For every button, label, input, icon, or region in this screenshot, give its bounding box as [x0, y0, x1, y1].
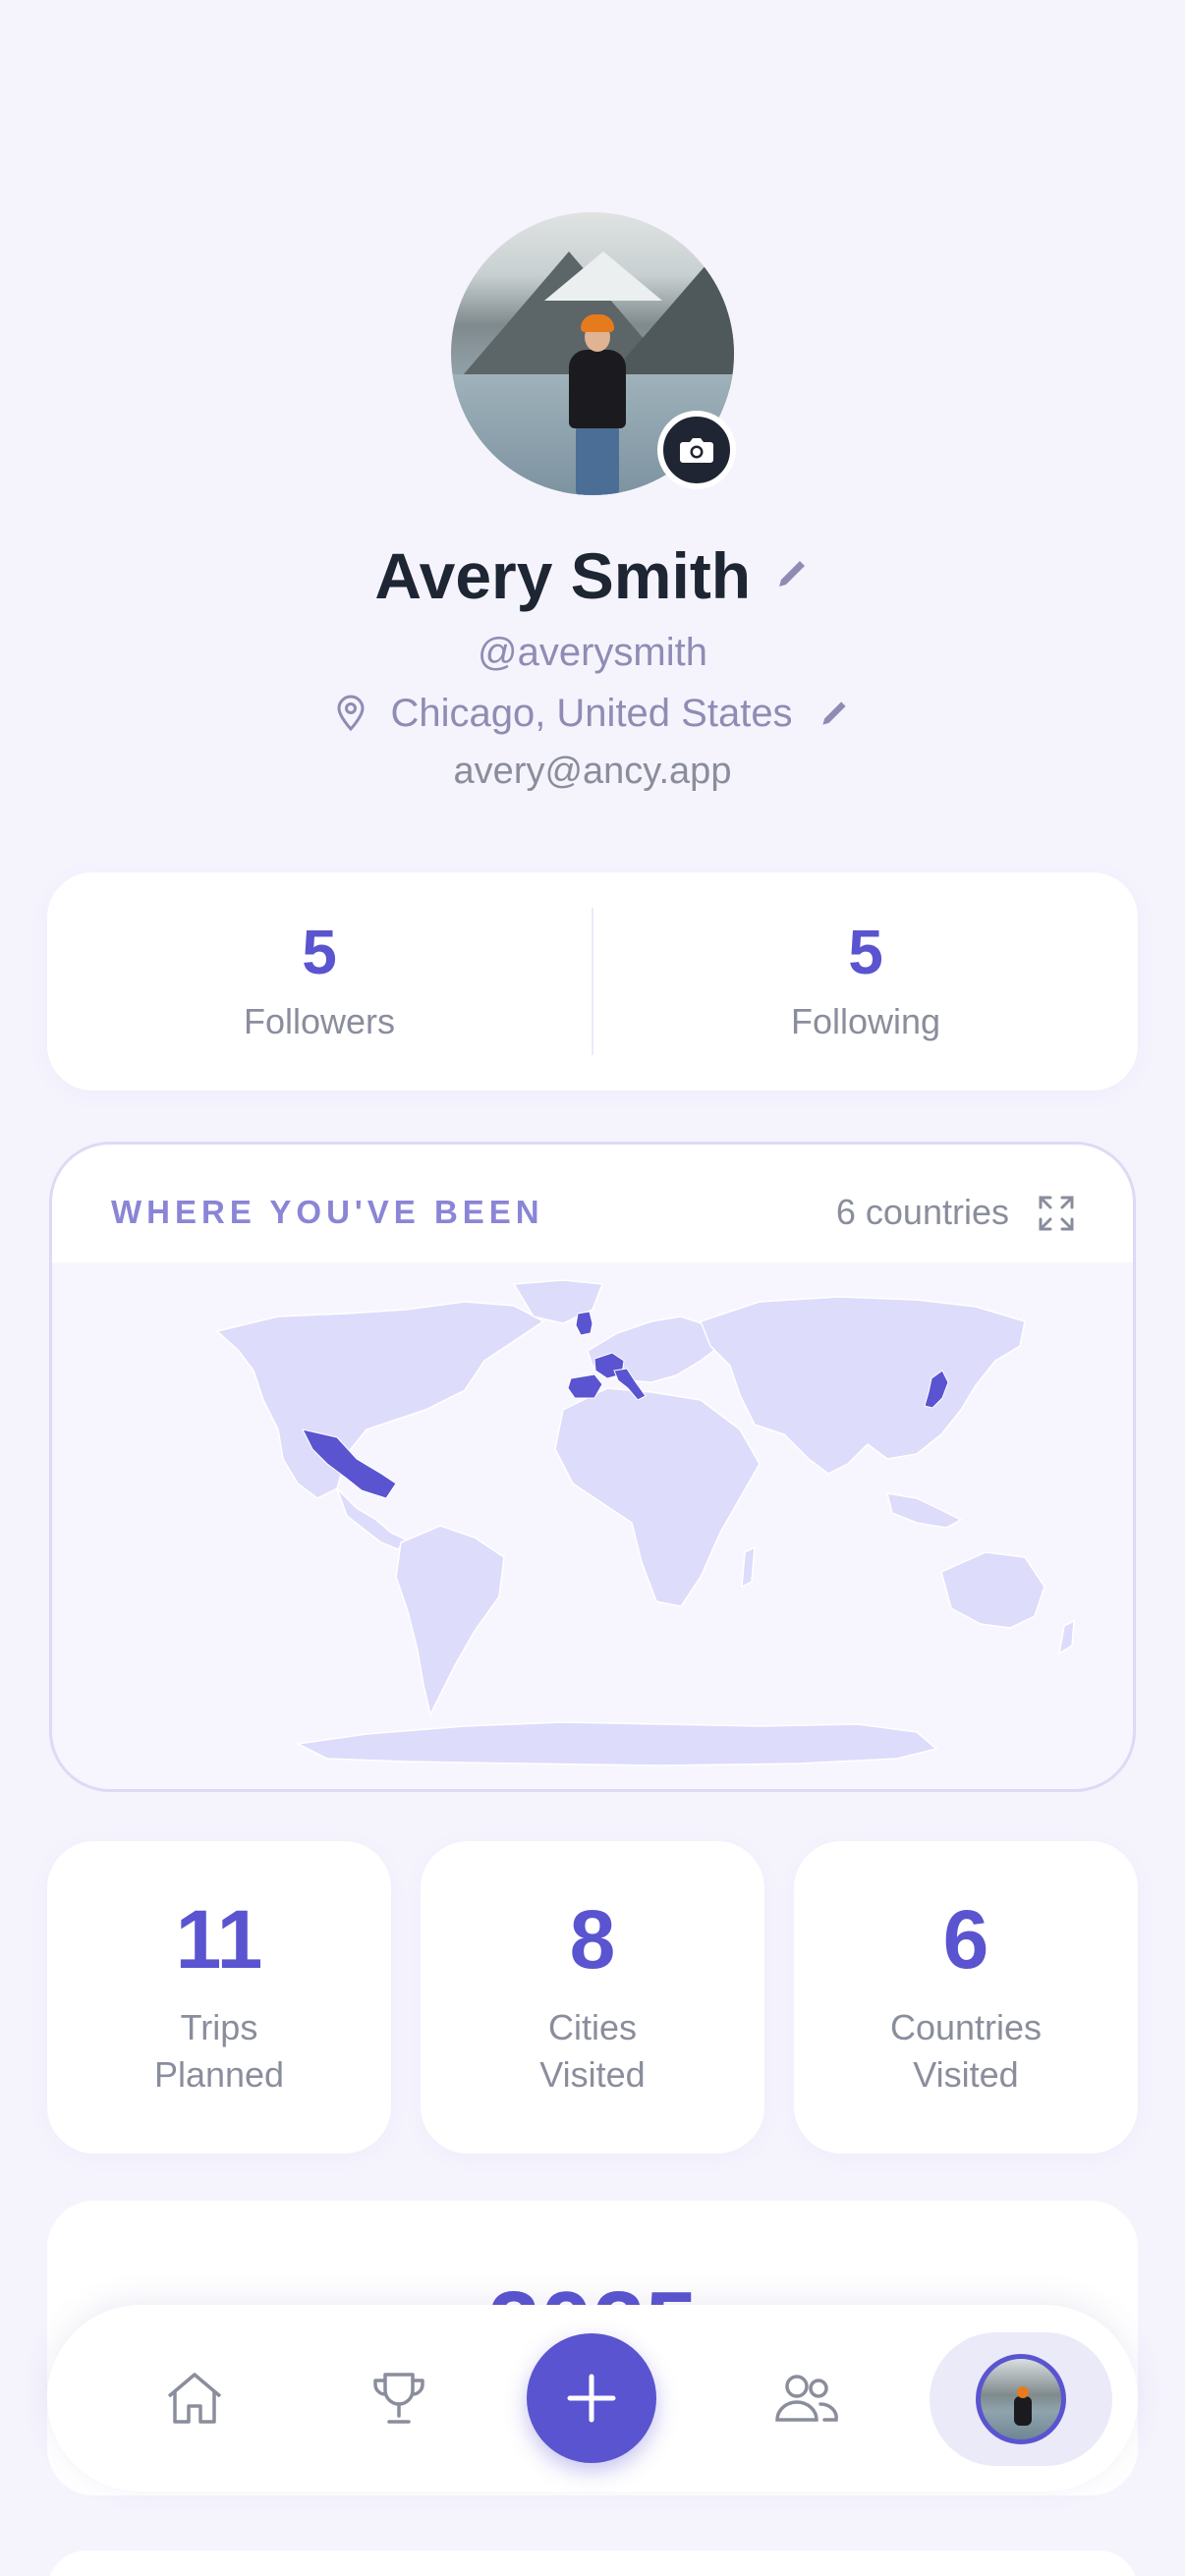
travel-map-card[interactable]: WHERE YOU'VE BEEN 6 countries	[49, 1142, 1136, 1792]
followers-label: Followers	[243, 1001, 396, 1041]
following-label: Following	[790, 1001, 941, 1041]
add-trip-button[interactable]	[527, 2333, 656, 2463]
north-america-land	[215, 1301, 545, 1499]
followers-stat[interactable]: 5 Followers	[47, 872, 592, 1091]
stat-value: 6	[942, 1893, 989, 1986]
edit-name-button[interactable]	[773, 555, 811, 597]
nav-home[interactable]	[136, 2305, 254, 2492]
australia-land	[940, 1551, 1045, 1629]
follow-stats-card: 5 Followers 5 Following	[47, 872, 1138, 1091]
pencil-icon[interactable]	[818, 697, 851, 730]
trophy-icon	[373, 2373, 424, 2424]
profile-avatar-small	[976, 2354, 1066, 2444]
visited-country-uk	[575, 1311, 593, 1336]
madagascar-land	[741, 1545, 756, 1589]
nav-achievements[interactable]	[340, 2305, 458, 2492]
nav-friends[interactable]	[747, 2305, 865, 2492]
south-america-land	[395, 1525, 505, 1717]
profile-handle: @averysmith	[478, 631, 707, 674]
map-title: WHERE YOU'VE BEEN	[111, 1194, 544, 1230]
antarctica-land	[295, 1721, 938, 1766]
pencil-icon	[778, 560, 805, 587]
profile-avatar-container	[451, 212, 736, 495]
next-card	[47, 2550, 1138, 2576]
expand-icon[interactable]	[1037, 1194, 1076, 1233]
location-row[interactable]: Chicago, United States	[0, 690, 1185, 736]
camera-icon	[680, 438, 713, 463]
following-count: 5	[848, 917, 883, 987]
following-stat[interactable]: 5 Following	[593, 872, 1138, 1091]
profile-name: Avery Smith	[374, 539, 752, 612]
new-zealand-land	[1057, 1619, 1075, 1655]
stat-card-trips[interactable]: 11 Trips Planned	[47, 1841, 391, 2154]
change-photo-button[interactable]	[657, 411, 736, 489]
location-text: Chicago, United States	[390, 691, 793, 735]
southeast-asia-land	[885, 1492, 963, 1529]
stat-value: 11	[175, 1893, 263, 1986]
location-pin-icon	[337, 695, 365, 732]
profile-email: avery@ancy.app	[453, 751, 732, 792]
map-header: WHERE YOU'VE BEEN 6 countries	[52, 1145, 1133, 1262]
africa-land	[554, 1387, 761, 1607]
world-map	[52, 1262, 1133, 1789]
stat-label: Cities Visited	[539, 2007, 646, 2095]
nav-profile[interactable]	[930, 2332, 1112, 2466]
stat-label: Countries Visited	[889, 2007, 1043, 2095]
countries-count-label: 6 countries	[835, 1192, 1009, 1232]
friends-icon	[775, 2375, 838, 2422]
stat-card-cities[interactable]: 8 Cities Visited	[421, 1841, 764, 2154]
home-icon	[167, 2373, 222, 2424]
name-row: Avery Smith	[0, 538, 1185, 613]
central-america-land	[336, 1487, 408, 1550]
bottom-nav	[47, 2305, 1138, 2492]
plus-icon	[567, 2374, 616, 2423]
stat-value: 8	[569, 1893, 616, 1986]
followers-count: 5	[302, 917, 337, 987]
stat-card-countries[interactable]: 6 Countries Visited	[794, 1841, 1138, 2154]
stat-label: Trips Planned	[153, 2007, 285, 2095]
